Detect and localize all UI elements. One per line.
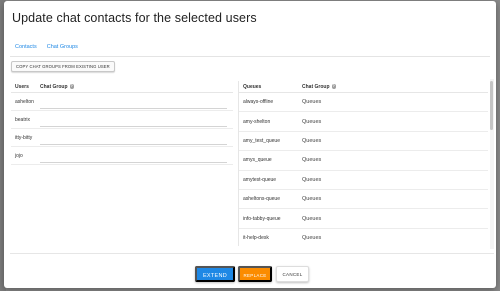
replace-button[interactable]: REPLACE (238, 266, 272, 282)
cancel-button[interactable]: CANCEL (276, 266, 309, 282)
chat-group-value[interactable]: Queues (302, 96, 488, 108)
table-row: itty-bitty (11, 129, 233, 147)
tab-bar: Contacts Chat Groups (10, 41, 83, 57)
help-icon[interactable]: ? (331, 84, 336, 89)
queue-name: it-help-desk (243, 234, 269, 241)
chat-group-value[interactable]: Queues (302, 154, 488, 166)
chat-group-value[interactable]: Queues (302, 174, 488, 186)
chat-group-input[interactable] (40, 149, 227, 163)
chat-group-value[interactable]: Queues (302, 135, 488, 147)
users-table-header: Users Chat Group ? (11, 81, 233, 93)
extend-button[interactable]: EXTEND (195, 266, 235, 282)
users-column-header: Users (15, 83, 29, 90)
table-row: amy_test_queue Queues (239, 132, 488, 152)
help-icon[interactable]: ? (69, 84, 74, 89)
table-row: amy-shelton Queues (239, 112, 488, 132)
chat-group-value[interactable]: Queues (302, 232, 488, 244)
chat-group-column-header: Chat Group ? (302, 84, 336, 90)
queues-table-header: Queues Chat Group ? (239, 81, 488, 93)
queues-table: Queues Chat Group ? always-offline Queue… (238, 81, 488, 246)
queue-name: always-offline (243, 99, 274, 106)
queues-scrollbar[interactable] (490, 79, 494, 249)
tab-contacts[interactable]: Contacts (10, 41, 42, 57)
queues-column-header: Queues (243, 83, 262, 90)
queue-name: asheltons-queue (243, 196, 280, 203)
tabs-divider (10, 56, 490, 57)
chat-group-input[interactable] (40, 131, 227, 145)
queue-name: amys_queue (243, 157, 272, 164)
copy-chat-groups-button[interactable]: COPY CHAT GROUPS FROM EXISTING USER (11, 61, 115, 72)
update-chat-contacts-dialog: Update chat contacts for the selected us… (4, 1, 496, 288)
user-name: ashelton (15, 98, 34, 105)
chat-group-input[interactable] (40, 95, 227, 109)
chat-group-header-label: Chat Group (302, 83, 330, 90)
chat-group-column-header: Chat Group ? (40, 84, 74, 90)
chat-group-value[interactable]: Queues (302, 193, 488, 205)
chat-group-value[interactable]: Queues (302, 213, 488, 225)
chat-group-header-label: Chat Group (40, 83, 68, 90)
tab-chat-groups[interactable]: Chat Groups (41, 41, 83, 57)
chat-group-input[interactable] (40, 113, 227, 127)
scrollbar-thumb[interactable] (490, 81, 493, 130)
queue-name: info-tabby-queue (243, 215, 281, 222)
queue-name: amy_test_queue (243, 137, 280, 144)
users-table: Users Chat Group ? ashelton beatrix itty… (11, 81, 233, 165)
footer-divider (10, 253, 494, 254)
queue-name: amytest-queue (243, 176, 277, 183)
chat-group-value[interactable]: Queues (302, 116, 488, 128)
dialog-title: Update chat contacts for the selected us… (12, 11, 257, 25)
user-name: jojo (15, 152, 23, 159)
table-row: always-offline Queues (239, 93, 488, 113)
table-row: asheltons-queue Queues (239, 190, 488, 210)
table-row: ashelton (11, 93, 233, 111)
table-row: jojo (11, 147, 233, 165)
table-row: beatrix (11, 111, 233, 129)
queue-name: amy-shelton (243, 118, 271, 125)
table-row: it-help-desk Queues (239, 229, 488, 246)
user-name: beatrix (15, 116, 31, 123)
table-row: amytest-queue Queues (239, 171, 488, 190)
table-row: amys_queue Queues (239, 151, 488, 171)
user-name: itty-bitty (15, 134, 33, 141)
table-row: info-tabby-queue Queues (239, 209, 488, 229)
